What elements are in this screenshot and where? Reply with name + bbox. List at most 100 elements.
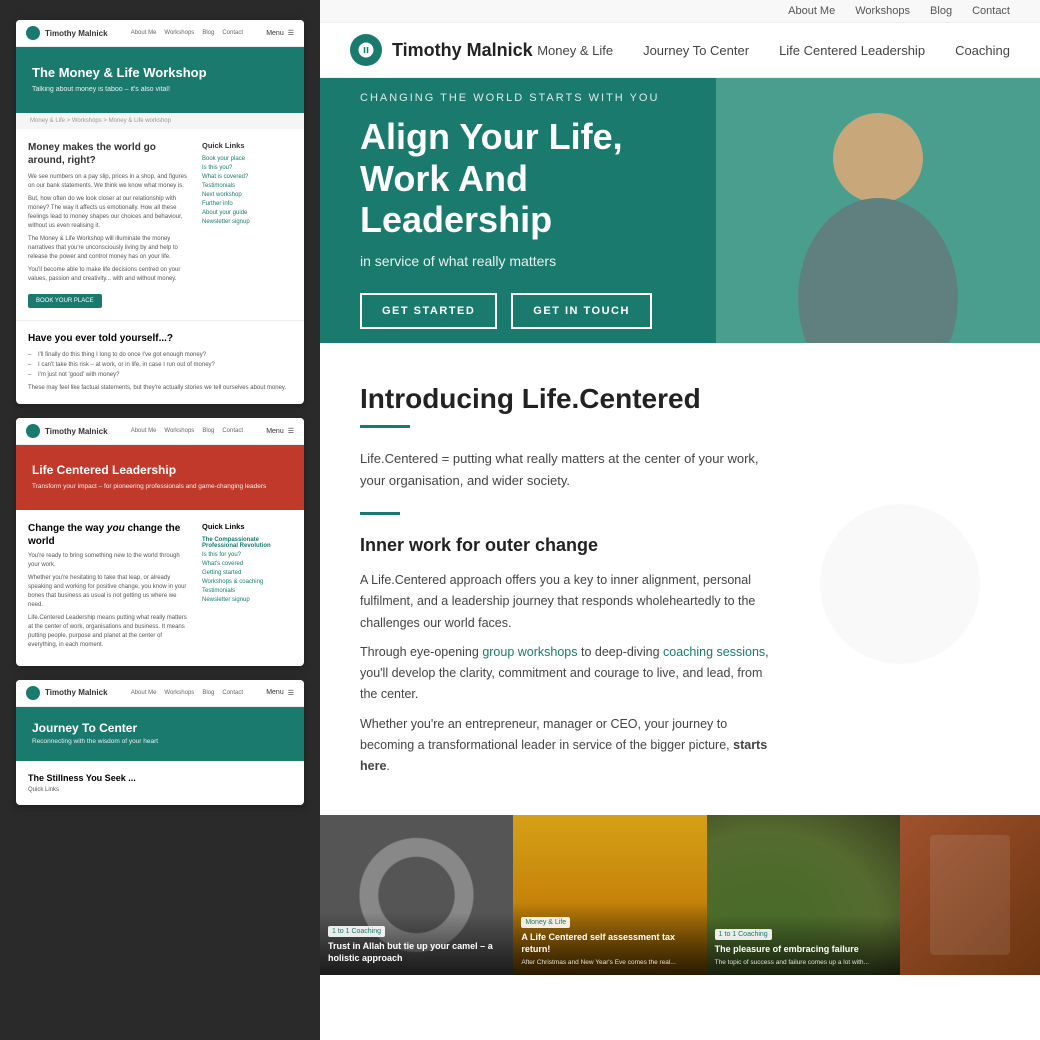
ql2-compassionate[interactable]: The Compassionate Professional Revolutio… xyxy=(202,537,292,549)
card1-have-you-footer: These may feel like factual statements, … xyxy=(28,384,292,392)
preview-logo-icon-1 xyxy=(26,26,40,40)
hero-title-line1: Align Your Life, xyxy=(360,116,623,157)
nav-journey[interactable]: Journey To Center xyxy=(643,43,749,58)
card3-teaser-heading: The Stillness You Seek ... xyxy=(28,773,292,783)
card1-body-1: We see numbers on a pay slip, prices in … xyxy=(28,173,192,191)
card1-content: Money makes the world go around, right? … xyxy=(16,129,304,320)
card1-body-4: You'll become able to make life decision… xyxy=(28,266,192,284)
hero-image xyxy=(716,78,1040,343)
blog-card-1-overlay: 1 to 1 Coaching Trust in Allah but tie u… xyxy=(320,912,513,975)
btn-get-started[interactable]: GET STARTED xyxy=(360,293,497,329)
site-nav-menu: Money & Life Journey To Center Life Cent… xyxy=(537,43,1010,58)
ql-isthisyou[interactable]: Is this you? xyxy=(202,165,292,171)
ql-testimonials[interactable]: Testimonials xyxy=(202,183,292,189)
card1-main: Money makes the world go around, right? … xyxy=(28,141,192,308)
blog-card-2-tag: Money & Life xyxy=(521,917,570,928)
card2-main: Change the way you change the world You'… xyxy=(28,522,192,654)
preview-card-journey: Timothy Malnick About Me Workshops Blog … xyxy=(16,680,304,805)
top-nav-workshops[interactable]: Workshops xyxy=(855,5,910,17)
card3-teaser-body: Quick Links xyxy=(28,787,292,793)
ql-next[interactable]: Next workshop xyxy=(202,192,292,198)
hero-content: Changing the world starts with you Align… xyxy=(320,78,752,343)
intro-text: Introducing Life.Centered Life.Centered … xyxy=(360,383,780,785)
site-logo-text: Timothy Malnick xyxy=(392,40,533,61)
logo-icon xyxy=(350,34,382,66)
bottom-section: 1 to 1 Coaching Trust in Allah but tie u… xyxy=(320,815,1040,975)
site-top-bar: About Me Workshops Blog Contact xyxy=(320,0,1040,23)
group-workshops-link[interactable]: group workshops xyxy=(482,645,577,659)
intro-divider xyxy=(360,512,400,515)
card2-main-heading: Change the way you change the world xyxy=(28,522,192,548)
card1-body-3: The Money & Life Workshop will illuminat… xyxy=(28,235,192,262)
preview-nav-links-1: About Me Workshops Blog Contact xyxy=(131,30,243,36)
card1-hero-title: The Money & Life Workshop xyxy=(32,65,288,82)
card3-hero: Journey To Center Reconnecting with the … xyxy=(16,707,304,761)
card2-content: Change the way you change the world You'… xyxy=(16,510,304,666)
site-logo: Timothy Malnick xyxy=(350,34,533,66)
ql-newsletter[interactable]: Newsletter signup xyxy=(202,219,292,225)
ql2-covered[interactable]: What's covered xyxy=(202,561,292,567)
card1-have-you: Have you ever told yourself...? I'll fin… xyxy=(16,320,304,404)
preview-nav-links-2: About Me Workshops Blog Contact xyxy=(131,428,243,434)
nav-money-life[interactable]: Money & Life xyxy=(537,43,613,58)
hero-title-line2: Work And Leadership xyxy=(360,158,552,240)
ql2-newsletter[interactable]: Newsletter signup xyxy=(202,597,292,603)
have-you-item-3: I'm just not 'good' with money? xyxy=(28,372,292,378)
blog-card-3[interactable]: 1 to 1 Coaching The pleasure of embracin… xyxy=(707,815,900,975)
preview-logo-1: Timothy Malnick xyxy=(26,26,108,40)
blog-card-3-title: The pleasure of embracing failure xyxy=(715,944,892,956)
blog-card-1[interactable]: 1 to 1 Coaching Trust in Allah but tie u… xyxy=(320,815,513,975)
card2-hero-title: Life Centered Leadership xyxy=(32,463,288,479)
preview-nav-right-1: Menu ☰ xyxy=(266,29,294,37)
ql-further[interactable]: Further info xyxy=(202,201,292,207)
preview-nav-2: Timothy Malnick About Me Workshops Blog … xyxy=(16,418,304,445)
preview-logo-3: Timothy Malnick xyxy=(26,686,108,700)
have-you-item-1: I'll finally do this thing I long to do … xyxy=(28,352,292,358)
ql-book[interactable]: Book your place xyxy=(202,156,292,162)
blog-card-3-tag: 1 to 1 Coaching xyxy=(715,929,772,940)
preview-card-leadership: Timothy Malnick About Me Workshops Blog … xyxy=(16,418,304,666)
btn-get-in-touch[interactable]: GET IN TOUCH xyxy=(511,293,652,329)
card1-hero: The Money & Life Workshop Talking about … xyxy=(16,47,304,113)
inner-work-para3: Whether you're an entrepreneur, manager … xyxy=(360,714,780,778)
card1-main-heading: Money makes the world go around, right? xyxy=(28,141,192,167)
card3-hero-title: Journey To Center xyxy=(32,721,288,735)
card1-body-2: But, how often do we look closer at our … xyxy=(28,195,192,231)
preview-logo-icon-2 xyxy=(26,424,40,438)
hero-tagline: in service of what really matters xyxy=(360,253,712,269)
preview-nav-right-3: Menu ☰ xyxy=(266,689,294,697)
preview-nav-1: Timothy Malnick About Me Workshops Blog … xyxy=(16,20,304,47)
nav-leadership[interactable]: Life Centered Leadership xyxy=(779,43,925,58)
top-nav-about[interactable]: About Me xyxy=(788,5,835,17)
preview-logo-icon-3 xyxy=(26,686,40,700)
coaching-sessions-link[interactable]: coaching sessions xyxy=(663,645,765,659)
blog-cards: 1 to 1 Coaching Trust in Allah but tie u… xyxy=(320,815,900,975)
ql2-testimonials[interactable]: Testimonials xyxy=(202,588,292,594)
hero-buttons: GET STARTED GET IN TOUCH xyxy=(360,293,712,329)
blog-card-3-excerpt: The topic of success and failure comes u… xyxy=(715,958,892,967)
blog-card-2[interactable]: Money & Life A Life Centered self assess… xyxy=(513,815,706,975)
card1-breadcrumb: Money & Life > Workshops > Money & Life … xyxy=(16,113,304,129)
top-nav-contact[interactable]: Contact xyxy=(972,5,1010,17)
hero-person xyxy=(716,78,1040,343)
hero-subtitle: Changing the world starts with you xyxy=(360,92,712,104)
portrait-section xyxy=(900,815,1040,975)
big-circle xyxy=(820,504,980,664)
top-nav-blog[interactable]: Blog xyxy=(930,5,952,17)
blog-card-2-overlay: Money & Life A Life Centered self assess… xyxy=(513,903,706,975)
blog-card-1-tag: 1 to 1 Coaching xyxy=(328,926,385,937)
have-you-item-2: I can't take this risk – at work, or in … xyxy=(28,362,292,368)
ql2-workshops[interactable]: Workshops & coaching xyxy=(202,579,292,585)
preview-card-money-life: Timothy Malnick About Me Workshops Blog … xyxy=(16,20,304,404)
ql-guide[interactable]: About your guide xyxy=(202,210,292,216)
card3-hero-subtitle: Reconnecting with the wisdom of your hea… xyxy=(32,738,288,745)
card1-book-btn[interactable]: BOOK YOUR PLACE xyxy=(28,294,102,308)
card1-hero-subtitle: Talking about money is taboo – it's also… xyxy=(32,86,288,93)
ql-covered[interactable]: What is covered? xyxy=(202,174,292,180)
card1-quick-links: Quick Links Book your place Is this you?… xyxy=(202,141,292,308)
ql2-started[interactable]: Getting started xyxy=(202,570,292,576)
ql2-isthisfor[interactable]: Is this for you? xyxy=(202,552,292,558)
intro-underline xyxy=(360,425,410,428)
portrait-inner xyxy=(900,815,1040,975)
nav-coaching[interactable]: Coaching xyxy=(955,43,1010,58)
